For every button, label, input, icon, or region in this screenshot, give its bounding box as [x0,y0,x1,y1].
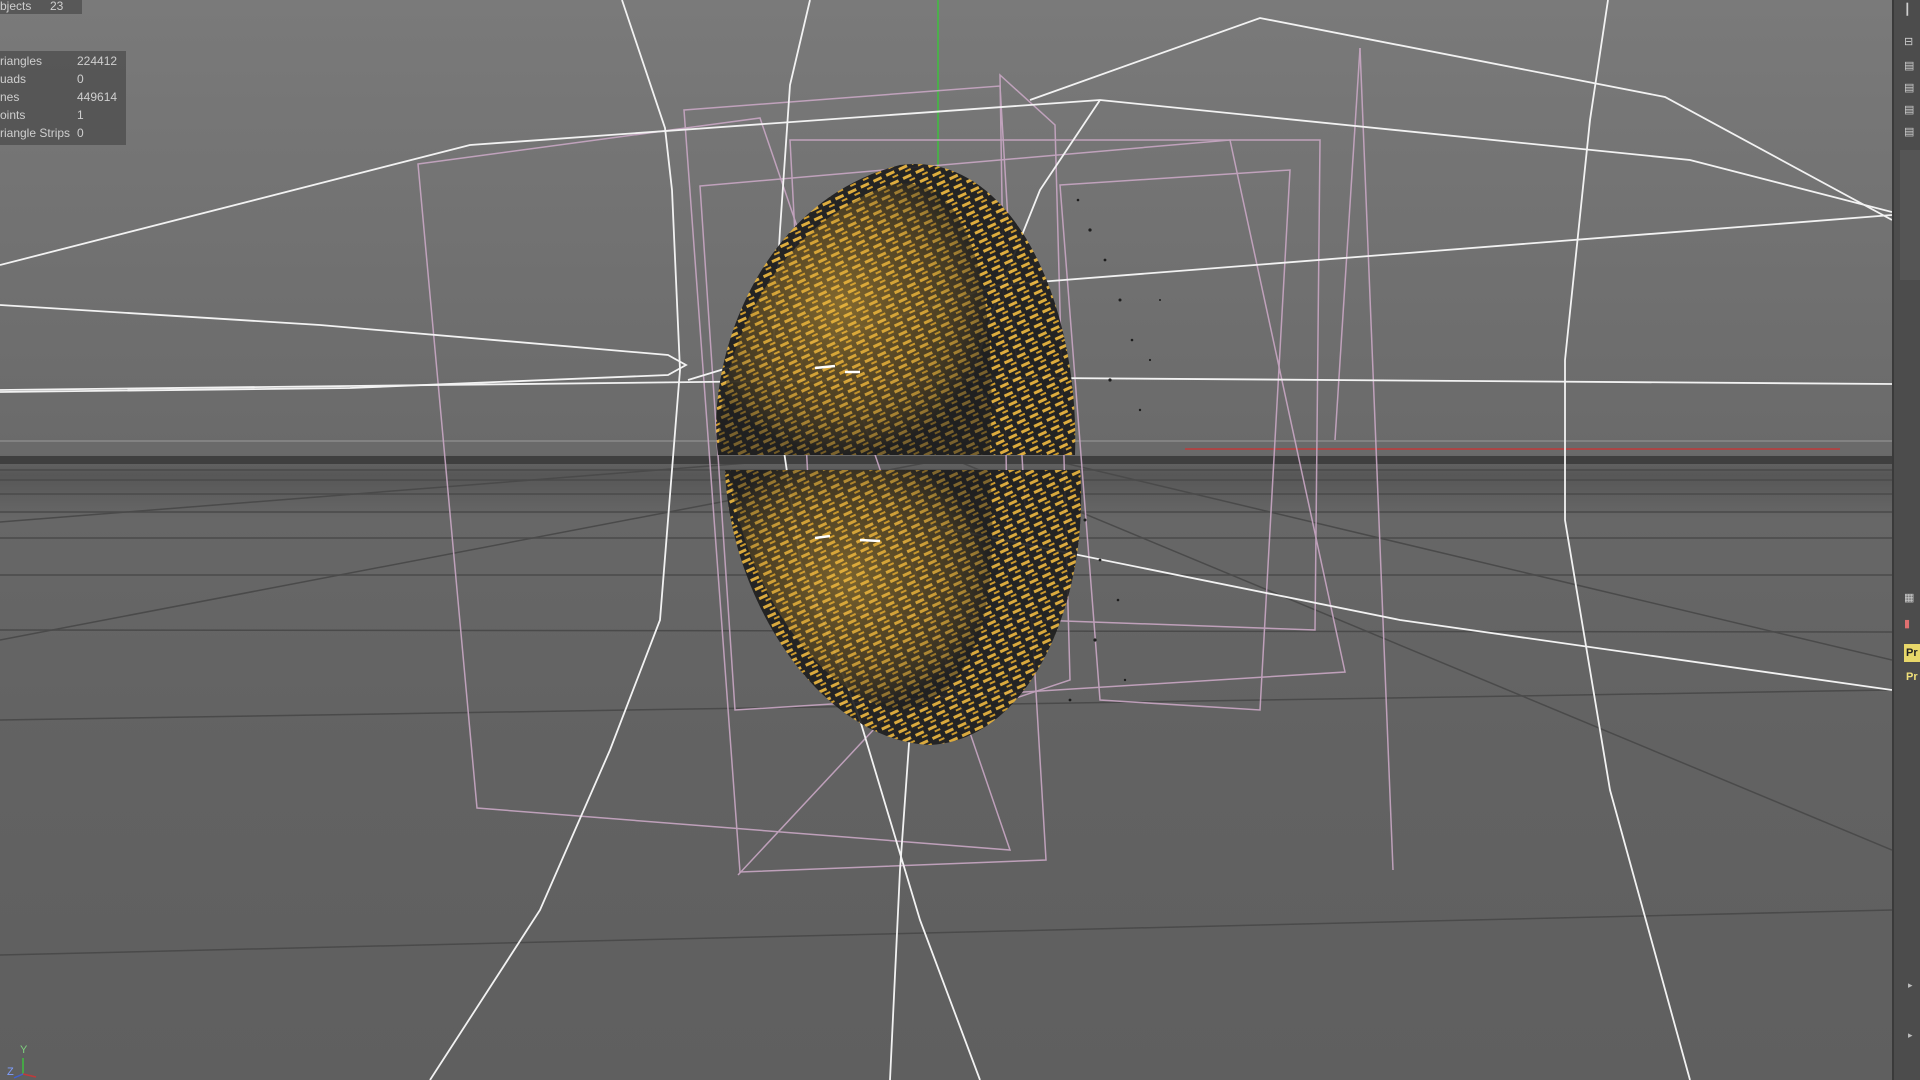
panel-strip [1900,150,1920,280]
hud-stat-value: 0 [77,126,84,140]
hud-stat-row: riangles 224412 [0,52,126,70]
hud-stat-row: riangle Strips 0 [0,124,126,142]
hud-stat-value: 1 [77,108,84,122]
list-icon[interactable]: ▤ [1904,126,1918,138]
hud-stat-value: 449614 [77,90,118,104]
list-icon[interactable]: ▤ [1904,60,1918,72]
right-side-panel: ┃ ⊟ ▤ ▤ ▤ ▤ ▦ ▮ Pr Pr ▸ ▸ [1892,0,1920,1080]
list-icon[interactable]: ▤ [1904,82,1918,94]
particle-sphere [716,163,1161,745]
hud-stat-row: nes 449614 [0,88,126,106]
collapse-icon[interactable]: ⊟ [1904,36,1918,48]
hud-stat-label: nes [0,90,20,104]
list-icon[interactable]: ▤ [1904,104,1918,116]
hud-objects-count: bjects 23 [0,0,82,14]
hud-stats-panel: riangles 224412 uads 0 nes 449614 oints … [0,51,126,145]
arrow-icon[interactable]: ▸ [1908,1030,1913,1041]
hud-objects-label: bjects [0,0,32,13]
axis-y-label: Y [20,1044,28,1056]
collapse-icon[interactable]: ┃ [1904,4,1918,16]
hud-stat-label: uads [0,72,27,86]
tag-label-2[interactable]: Pr [1904,668,1920,686]
hud-stat-row: uads 0 [0,70,126,88]
hud-stat-label: oints [0,108,26,122]
document-icon[interactable]: ▮ [1904,618,1918,630]
hud-stat-label: riangle Strips [0,126,71,140]
axis-z-label: Z [7,1066,14,1078]
tag-label[interactable]: Pr [1904,644,1920,662]
hud-stat-value: 224412 [77,54,118,68]
grip-icon[interactable]: ▦ [1904,592,1918,604]
hud-stat-value: 0 [77,72,84,86]
axis-gizmo: Y Z [4,1044,44,1080]
3d-viewport[interactable]: bjects 23 riangles 224412 uads 0 nes 449… [0,0,1892,1080]
hud-objects-value: 23 [50,0,64,13]
scene-render [0,0,1892,1080]
arrow-icon[interactable]: ▸ [1908,980,1913,991]
hud-stat-row: oints 1 [0,106,126,124]
hud-stat-label: riangles [0,54,43,68]
horizon-band [0,456,1892,464]
